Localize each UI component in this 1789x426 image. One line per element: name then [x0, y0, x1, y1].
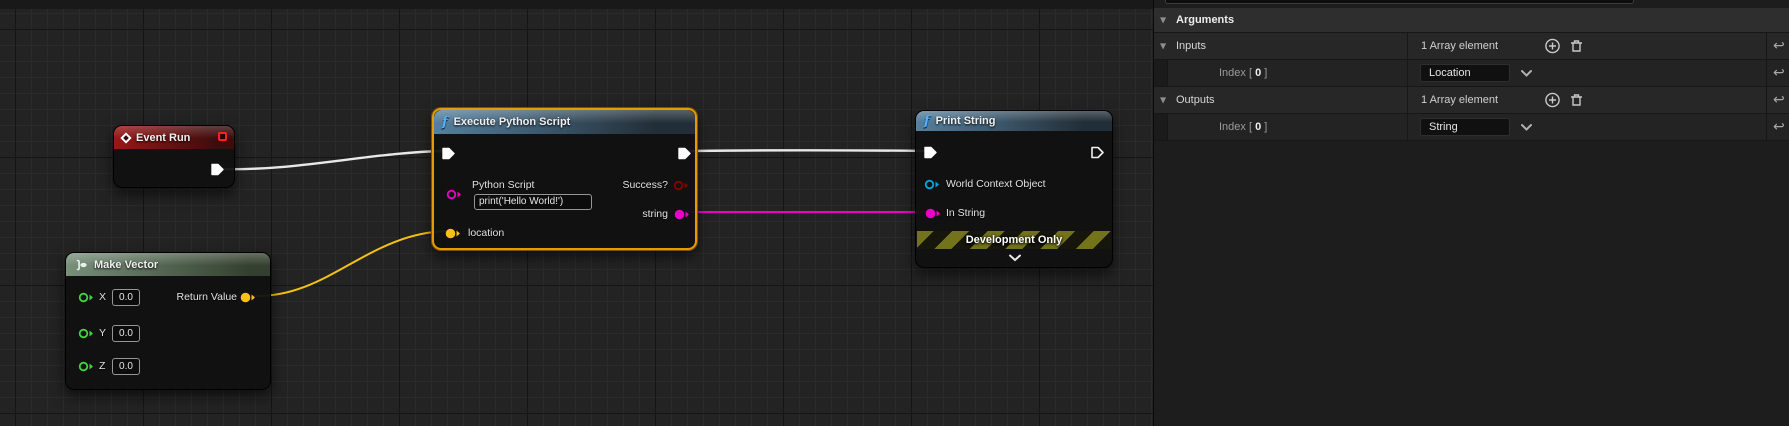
pin-label-python-script: Python Script — [472, 179, 534, 192]
pin-label-location: location — [468, 227, 504, 240]
column-divider — [1407, 60, 1408, 86]
x-pin[interactable] — [78, 291, 95, 304]
reset-column-divider — [1766, 114, 1767, 140]
node-title: Print String — [936, 115, 996, 127]
exec-wire-eventrun-execute[interactable] — [223, 151, 446, 169]
reset-to-default-icon[interactable]: ↩ — [1773, 92, 1785, 108]
world-context-pin[interactable] — [924, 178, 941, 191]
exec-in-pin[interactable] — [441, 146, 456, 161]
pin-label-return-value: Return Value — [176, 291, 237, 304]
delegate-pin-icon[interactable] — [218, 132, 227, 141]
expander-arrow-icon[interactable]: ▼ — [1160, 96, 1166, 105]
output-type-combobox[interactable]: String — [1420, 118, 1510, 136]
reset-column-divider — [1766, 60, 1767, 86]
column-divider — [1407, 33, 1408, 59]
expander-arrow-icon[interactable]: ▼ — [1160, 42, 1166, 51]
in-string-pin[interactable] — [925, 207, 942, 220]
column-divider — [1407, 87, 1408, 113]
blueprint-editor: Event Run f Execute Python Script Python… — [0, 0, 1789, 426]
indent-guide — [1154, 114, 1168, 140]
add-array-element-icon[interactable] — [1544, 38, 1561, 55]
inputs-label: Inputs — [1176, 40, 1206, 52]
pin-label-in-string: In String — [946, 207, 985, 220]
arguments-label: Arguments — [1176, 14, 1234, 26]
details-panel: ▼ Arguments ▼ Inputs 1 Array element ↩ — [1153, 0, 1789, 426]
outputs-count: 1 Array element — [1421, 94, 1498, 106]
node-execute-python-script[interactable]: f Execute Python Script Python Script pr… — [432, 108, 697, 250]
pin-label-z: Z — [99, 360, 105, 373]
reset-column-divider — [1766, 87, 1767, 113]
node-event-run[interactable]: Event Run — [113, 125, 235, 188]
index-label: Index [ 0 ] — [1219, 67, 1267, 79]
inputs-row[interactable]: ▼ Inputs 1 Array element ↩ — [1154, 33, 1789, 60]
input-type-combobox[interactable]: Location — [1420, 64, 1510, 82]
delete-array-icon[interactable] — [1568, 92, 1585, 109]
inputs-index-row[interactable]: Index [ 0 ] Location ↩ — [1154, 60, 1789, 87]
outputs-row[interactable]: ▼ Outputs 1 Array element ↩ — [1154, 87, 1789, 114]
index-label: Index [ 0 ] — [1219, 121, 1267, 133]
development-only-banner: Development Only — [917, 231, 1111, 249]
exec-out-pin[interactable] — [1090, 145, 1105, 160]
vector-wire-makevector-execute[interactable] — [254, 231, 447, 296]
blueprint-graph-canvas[interactable]: Event Run f Execute Python Script Python… — [0, 0, 1153, 426]
z-value-input[interactable]: 0.0 — [112, 358, 140, 375]
node-title: Make Vector — [94, 259, 158, 271]
function-icon: f — [924, 115, 930, 128]
execute-python-header[interactable]: f Execute Python Script — [434, 110, 695, 134]
delete-array-icon[interactable] — [1568, 38, 1585, 55]
print-string-header[interactable]: f Print String — [916, 111, 1112, 131]
development-only-label: Development Only — [966, 234, 1063, 246]
outputs-label: Outputs — [1176, 94, 1215, 106]
arguments-category-row[interactable]: ▼ Arguments — [1154, 8, 1789, 33]
exec-out-pin[interactable] — [210, 162, 225, 177]
event-run-header[interactable]: Event Run — [114, 126, 234, 149]
node-print-string[interactable]: f Print String World Context Object In S… — [915, 110, 1113, 268]
reset-column-divider — [1766, 33, 1767, 59]
success-pin[interactable] — [673, 179, 690, 192]
string-out-pin[interactable] — [674, 208, 691, 221]
column-divider — [1407, 114, 1408, 140]
partial-input-box[interactable] — [1165, 0, 1634, 4]
node-title: Execute Python Script — [454, 116, 571, 128]
location-pin[interactable] — [445, 227, 462, 240]
indent-guide — [1154, 60, 1168, 86]
exec-in-pin[interactable] — [923, 145, 938, 160]
make-vector-header[interactable]: Make Vector — [66, 253, 270, 276]
python-script-pin[interactable] — [446, 188, 463, 201]
python-script-input[interactable]: print('Hello World!') — [474, 194, 592, 210]
y-value-input[interactable]: 0.0 — [112, 325, 140, 342]
pin-label-world-context: World Context Object — [946, 178, 1046, 191]
chevron-down-icon[interactable] — [1520, 123, 1533, 132]
node-title: Event Run — [136, 132, 190, 144]
x-value-input[interactable]: 0.0 — [112, 289, 140, 306]
expand-chevron-icon[interactable] — [1008, 254, 1022, 262]
y-pin[interactable] — [78, 327, 95, 340]
chevron-down-icon[interactable] — [1520, 69, 1533, 78]
pin-label-y: Y — [99, 327, 106, 340]
return-value-pin[interactable] — [240, 291, 257, 304]
reset-to-default-icon[interactable]: ↩ — [1773, 65, 1785, 81]
pin-label-string: string — [642, 208, 668, 221]
node-make-vector[interactable]: Make Vector X 0.0 Return Value Y 0.0 — [65, 252, 271, 390]
reset-to-default-icon[interactable]: ↩ — [1773, 119, 1785, 135]
outputs-index-row[interactable]: Index [ 0 ] String ↩ — [1154, 114, 1789, 141]
pin-label-success: Success? — [622, 179, 668, 192]
function-icon: f — [442, 116, 448, 129]
reset-to-default-icon[interactable]: ↩ — [1773, 38, 1785, 54]
exec-wire-execute-printstring[interactable] — [688, 150, 926, 151]
inputs-count: 1 Array element — [1421, 40, 1498, 52]
pin-label-x: X — [99, 291, 106, 304]
exec-out-pin[interactable] — [677, 146, 692, 161]
event-icon — [120, 132, 131, 143]
add-array-element-icon[interactable] — [1544, 92, 1561, 109]
expander-arrow-icon[interactable]: ▼ — [1160, 16, 1166, 25]
make-struct-icon — [74, 259, 88, 271]
z-pin[interactable] — [78, 360, 95, 373]
